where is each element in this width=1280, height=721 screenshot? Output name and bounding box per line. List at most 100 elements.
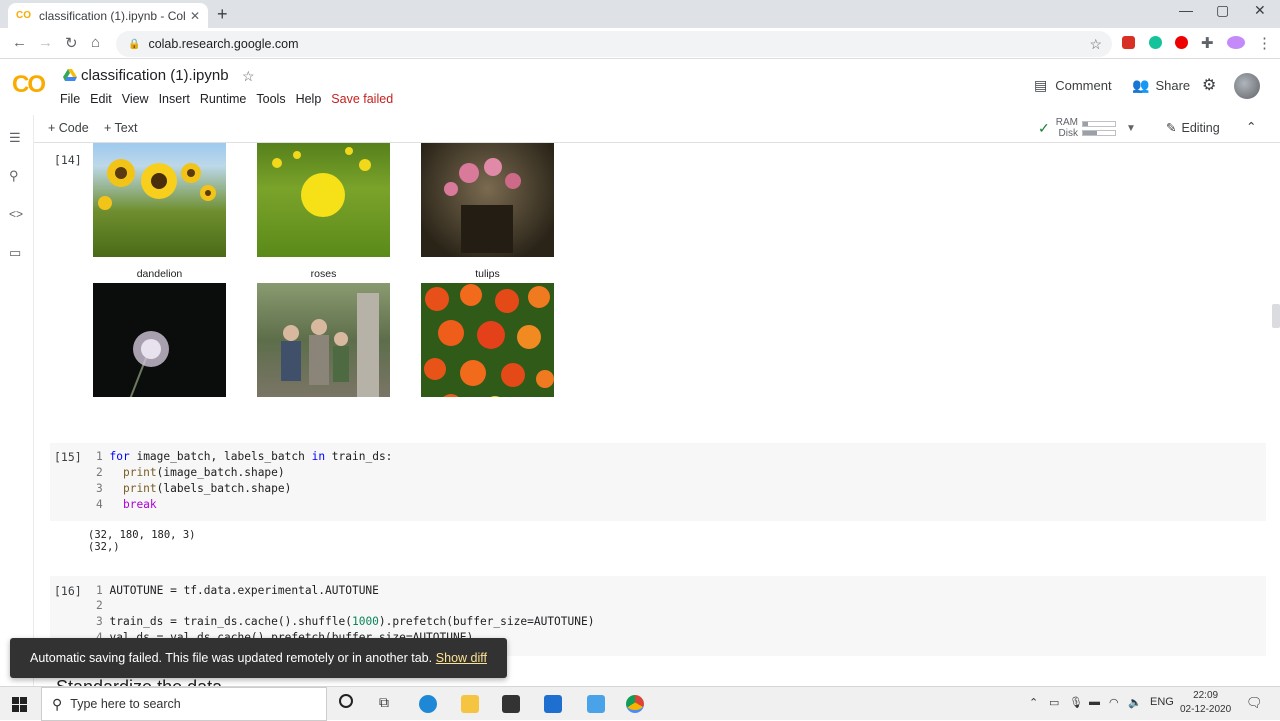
extension-red-icon[interactable] xyxy=(1122,36,1135,49)
new-tab-icon[interactable]: + xyxy=(217,4,228,25)
add-code-label: Code xyxy=(58,121,89,135)
bookmark-star-icon[interactable]: ☆ xyxy=(1089,36,1102,53)
add-text-label: Text xyxy=(114,121,138,135)
colab-header: CO classification (1).ipynb ☆ File Edit … xyxy=(0,59,1280,115)
disk-label: Disk xyxy=(1058,128,1078,139)
autosave-failed-snackbar: Automatic saving failed. This file was u… xyxy=(10,638,507,678)
menu-runtime[interactable]: Runtime xyxy=(200,92,247,106)
omnibox[interactable]: 🔒 colab.research.google.com ☆ xyxy=(116,31,1112,57)
plus-icon: + xyxy=(104,121,115,135)
chrome-taskbar-icon[interactable] xyxy=(626,695,644,713)
colab-logo[interactable]: CO xyxy=(12,71,46,99)
task-view-icon[interactable]: ⧉ xyxy=(379,694,389,711)
collapse-chevron-icon[interactable]: ⌃ xyxy=(1246,119,1256,134)
profile-icon[interactable] xyxy=(1227,36,1245,49)
tray-chevron-icon[interactable]: ⌃ xyxy=(1029,696,1038,709)
vertical-scrollbar[interactable] xyxy=(1272,304,1280,328)
language-indicator[interactable]: ENG xyxy=(1150,696,1174,708)
forward-icon[interactable]: → xyxy=(38,34,53,51)
chrome-menu-icon[interactable]: ⋮ xyxy=(1257,34,1272,52)
comment-label: Comment xyxy=(1055,78,1112,93)
add-code-button[interactable]: + Code xyxy=(48,121,89,135)
dropdown-arrow-icon[interactable]: ▼ xyxy=(1126,123,1136,134)
tulips-image xyxy=(421,283,554,397)
mail-icon[interactable] xyxy=(544,695,562,713)
image-label-dandelion: dandelion xyxy=(136,268,183,280)
comment-button[interactable]: ▤ Comment xyxy=(1034,77,1112,94)
menu-file[interactable]: File xyxy=(60,92,80,106)
table-of-contents-icon[interactable]: ☰ xyxy=(9,130,21,146)
notebook-toolbar: + Code + Text ✓ RAM Disk ▼ ✎ Editing ⌃ xyxy=(0,115,1280,143)
left-sidebar: ☰ ⚲ <> ▭ xyxy=(0,115,34,686)
share-button[interactable]: 👥 Share xyxy=(1132,77,1190,94)
tab-title: classification (1).ipynb - Colabora xyxy=(39,8,186,23)
volume-icon[interactable]: 🔈 xyxy=(1128,696,1142,709)
home-icon[interactable]: ⌂ xyxy=(91,34,100,51)
edge-browser-icon[interactable] xyxy=(419,695,437,713)
google-drive-icon xyxy=(63,69,77,81)
back-icon[interactable]: ← xyxy=(12,34,27,51)
connected-check-icon: ✓ xyxy=(1038,119,1050,136)
search-icon[interactable]: ⚲ xyxy=(9,168,19,184)
menu-help[interactable]: Help xyxy=(296,92,322,106)
extension-record-icon[interactable] xyxy=(1175,36,1188,49)
close-tab-icon[interactable]: ✕ xyxy=(190,9,200,23)
notebook-title[interactable]: classification (1).ipynb xyxy=(81,67,229,84)
extension-grammarly-icon[interactable] xyxy=(1149,36,1162,49)
star-icon[interactable]: ☆ xyxy=(242,68,255,85)
menu-edit[interactable]: Edit xyxy=(90,92,112,106)
dandelion-seedhead-image xyxy=(93,283,226,397)
url-text[interactable]: colab.research.google.com xyxy=(148,37,1089,51)
app-icon[interactable] xyxy=(587,695,605,713)
code-line: 2 print(image_batch.shape) xyxy=(96,466,285,479)
avatar[interactable] xyxy=(1234,73,1260,99)
cell-15-exec-count: [15] xyxy=(54,450,82,464)
resources-indicator[interactable]: ✓ RAM Disk ▼ xyxy=(1038,117,1136,139)
file-explorer-icon[interactable] xyxy=(461,695,479,713)
colab-favicon-icon: CO xyxy=(16,10,31,21)
editing-mode-button[interactable]: ✎ Editing xyxy=(1166,120,1220,135)
browser-tab-bar: CO classification (1).ipynb - Colabora ✕… xyxy=(0,0,1280,28)
settings-gear-icon[interactable]: ⚙ xyxy=(1202,75,1216,95)
clock-time: 22:09 xyxy=(1193,690,1219,701)
save-status[interactable]: Save failed xyxy=(331,92,393,106)
show-diff-link[interactable]: Show diff xyxy=(436,651,487,665)
cell-15-output: (32, 180, 180, 3) (32,) xyxy=(88,529,196,553)
minimize-icon[interactable]: — xyxy=(1179,2,1193,18)
roses-vase-image xyxy=(421,143,554,257)
section-heading: Standardize the data xyxy=(56,677,222,686)
extensions-puzzle-icon[interactable]: ✚ xyxy=(1201,34,1214,52)
menu-view[interactable]: View xyxy=(122,92,149,106)
code-snippets-icon[interactable]: <> xyxy=(9,207,23,221)
wifi-icon[interactable]: ◠ xyxy=(1109,696,1119,709)
browser-tab[interactable]: CO classification (1).ipynb - Colabora ✕ xyxy=(8,3,208,28)
reload-icon[interactable]: ↻ xyxy=(65,34,78,52)
cell-16-exec-count: [16] xyxy=(54,584,82,598)
tray-device-icon[interactable]: ▭ xyxy=(1049,696,1059,709)
maximize-icon[interactable]: ▢ xyxy=(1216,2,1229,19)
code-line: 2 xyxy=(96,599,103,612)
microphone-icon[interactable]: 🎙 xyxy=(1069,696,1083,709)
add-text-button[interactable]: + Text xyxy=(104,121,137,135)
people-icon: 👥 xyxy=(1132,77,1150,93)
battery-icon[interactable]: ▬ xyxy=(1089,696,1100,708)
code-line: 1 AUTOTUNE = tf.data.experimental.AUTOTU… xyxy=(96,584,379,597)
cortana-icon[interactable] xyxy=(339,694,353,708)
store-icon[interactable] xyxy=(502,695,520,713)
menu-insert[interactable]: Insert xyxy=(159,92,190,106)
notebook-content: [14] dandelion roses tulips [15] 1 for i… xyxy=(34,143,1280,686)
sunflower-image xyxy=(93,143,226,257)
taskbar-search-box[interactable]: ⚲ Type here to search xyxy=(41,687,327,721)
ram-bar xyxy=(1081,120,1116,127)
window-close-icon[interactable]: ✕ xyxy=(1254,2,1266,19)
windows-start-icon[interactable] xyxy=(12,697,27,712)
taskbar-clock[interactable]: 22:09 02-12-2020 xyxy=(1180,689,1231,717)
disk-bar xyxy=(1081,129,1116,136)
dandelion-field-image xyxy=(257,143,390,257)
menu-bar: File Edit View Insert Runtime Tools Help… xyxy=(60,92,403,106)
notifications-icon[interactable]: 🗨 xyxy=(1246,695,1263,711)
lock-icon[interactable]: 🔒 xyxy=(128,39,140,50)
roses-people-image xyxy=(257,283,390,397)
files-folder-icon[interactable]: ▭ xyxy=(9,245,21,261)
menu-tools[interactable]: Tools xyxy=(256,92,285,106)
